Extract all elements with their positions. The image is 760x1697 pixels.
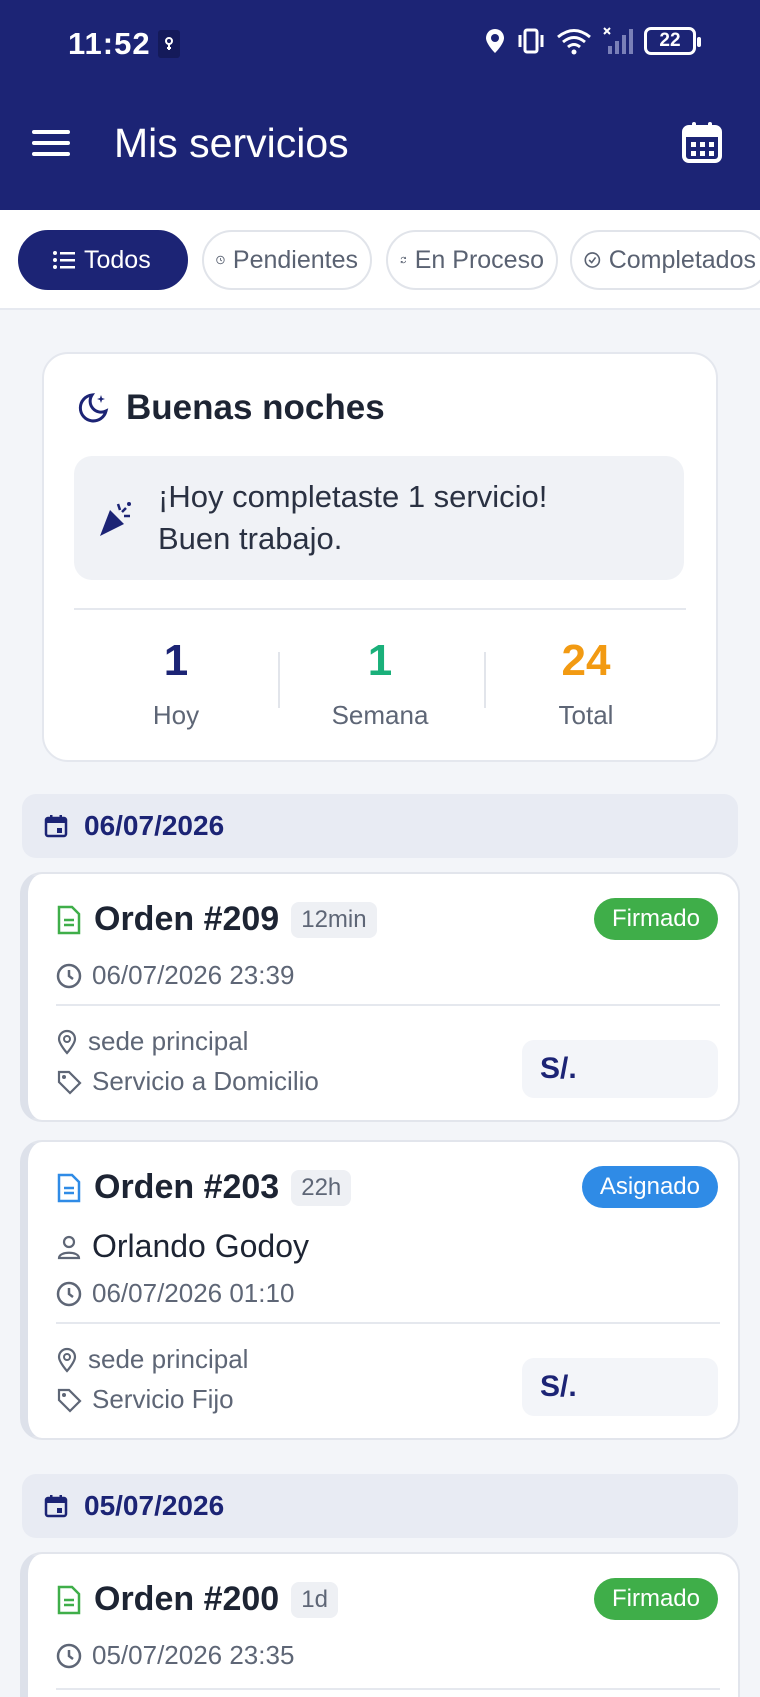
person-icon — [57, 1235, 81, 1259]
notification-icon — [158, 30, 180, 58]
filter-completados[interactable]: Completados — [570, 230, 760, 290]
congrats-banner: ¡Hoy completaste 1 servicio! Buen trabaj… — [74, 456, 684, 580]
menu-icon[interactable] — [30, 126, 74, 160]
moon-icon — [78, 393, 109, 423]
stat-semana: 1 Semana — [280, 636, 480, 731]
date-label: 06/07/2026 — [84, 810, 225, 841]
client-name: Orlando Godoy — [92, 1228, 310, 1264]
order-header: Orden #200 1d — [56, 1580, 338, 1619]
divider — [56, 1688, 720, 1690]
stat-value: 24 — [561, 636, 611, 685]
order-service: Servicio a Domicilio — [56, 1066, 319, 1097]
sync-icon — [400, 256, 406, 264]
order-datetime: 05/07/2026 23:35 — [56, 1640, 294, 1671]
order-service: Servicio Fijo — [56, 1384, 234, 1415]
filter-label: Completados — [608, 245, 756, 274]
system-icons: 22 — [484, 26, 701, 56]
order-age: 1d — [291, 1581, 338, 1618]
stat-total: 24 Total — [486, 636, 686, 731]
service-text: Servicio a Domicilio — [92, 1066, 319, 1096]
order-client: Orlando Godoy — [56, 1228, 309, 1265]
clock-icon — [56, 1281, 82, 1306]
order-age: 22h — [291, 1169, 352, 1206]
service-text: Servicio Fijo — [92, 1384, 234, 1414]
order-title: Orden #209 — [94, 900, 280, 938]
document-icon — [57, 905, 81, 934]
greeting-header: Buenas noches — [76, 388, 385, 428]
list-icon — [53, 251, 75, 269]
status-bar: 11:52 22 — [0, 0, 760, 88]
filter-label: Pendientes — [232, 245, 358, 274]
order-header: Orden #203 22h — [56, 1168, 352, 1207]
document-icon — [57, 1173, 81, 1202]
order-datetime: 06/07/2026 01:10 — [56, 1278, 294, 1309]
order-title: Orden #200 — [94, 1580, 280, 1618]
clock-icon — [56, 963, 82, 988]
order-price: S/. — [522, 1358, 718, 1416]
order-location: sede principal — [56, 1026, 248, 1057]
greeting-card: Buenas noches ¡Hoy completaste 1 servici… — [42, 352, 718, 762]
divider — [56, 1322, 720, 1324]
order-price: S/. — [522, 1040, 718, 1098]
stat-value: 1 — [367, 636, 393, 685]
filter-label: En Proceso — [414, 245, 544, 274]
filter-pendientes[interactable]: Pendientes — [202, 230, 372, 290]
location-text: sede principal — [88, 1344, 249, 1374]
date-header: 06/07/2026 — [22, 794, 738, 858]
calendar-icon — [44, 1495, 68, 1518]
filter-en-proceso[interactable]: En Proceso — [386, 230, 558, 290]
filter-bar: Todos Pendientes En Proceso Completados — [0, 210, 760, 310]
congrats-line1: ¡Hoy completaste 1 servicio! — [158, 479, 548, 514]
datetime-text: 06/07/2026 01:10 — [92, 1278, 295, 1308]
battery-icon: 22 — [644, 27, 701, 55]
location-pin-icon — [57, 1029, 77, 1055]
order-datetime: 06/07/2026 23:39 — [56, 960, 294, 991]
divider — [56, 1004, 720, 1006]
order-title: Orden #203 — [94, 1168, 280, 1206]
order-card[interactable]: Orden #200 1d Firmado 05/07/2026 23:35 — [20, 1552, 740, 1697]
stat-hoy: 1 Hoy — [76, 636, 276, 731]
party-popper-icon — [100, 502, 131, 536]
filter-todos[interactable]: Todos — [18, 230, 188, 290]
status-badge: Firmado — [593, 1578, 718, 1620]
status-badge: Firmado — [593, 898, 718, 940]
calendar-icon — [44, 815, 68, 838]
divider — [74, 608, 686, 610]
stat-label: Hoy — [152, 700, 200, 730]
stat-label: Semana — [331, 700, 429, 730]
order-location: sede principal — [56, 1344, 248, 1375]
date-label: 05/07/2026 — [84, 1490, 225, 1521]
page-title: Mis servicios — [114, 120, 349, 166]
check-circle-icon — [584, 252, 601, 268]
location-pin-icon — [57, 1347, 77, 1373]
greeting-title: Buenas noches — [126, 388, 385, 427]
wifi-icon — [557, 29, 591, 55]
signal-icon — [603, 27, 633, 54]
stat-value: 1 — [163, 636, 189, 685]
calendar-icon[interactable] — [680, 120, 724, 164]
congrats-line2: Buen trabajo. — [158, 521, 343, 556]
datetime-text: 05/07/2026 23:35 — [92, 1640, 295, 1670]
tag-icon — [57, 1070, 82, 1095]
filter-label: Todos — [84, 245, 151, 274]
order-card[interactable]: Orden #209 12min Firmado 06/07/2026 23:3… — [20, 872, 740, 1122]
stat-label: Total — [558, 700, 614, 730]
vibrate-icon — [518, 28, 544, 54]
status-badge: Asignado — [581, 1166, 718, 1208]
date-header: 05/07/2026 — [22, 1474, 738, 1538]
app-bar: Mis servicios — [0, 88, 760, 210]
order-card[interactable]: Orden #203 22h Asignado Orlando Godoy 06… — [20, 1140, 740, 1440]
status-time: 11:52 — [68, 26, 151, 61]
order-age: 12min — [291, 901, 377, 938]
document-icon — [57, 1585, 81, 1614]
tag-icon — [57, 1388, 82, 1413]
order-header: Orden #209 12min — [56, 900, 377, 939]
clock-icon — [216, 255, 225, 265]
location-text: sede principal — [88, 1026, 249, 1056]
datetime-text: 06/07/2026 23:39 — [92, 960, 295, 990]
clock-icon — [56, 1643, 82, 1668]
location-icon — [486, 29, 504, 53]
congrats-text: ¡Hoy completaste 1 servicio! Buen trabaj… — [158, 476, 547, 560]
